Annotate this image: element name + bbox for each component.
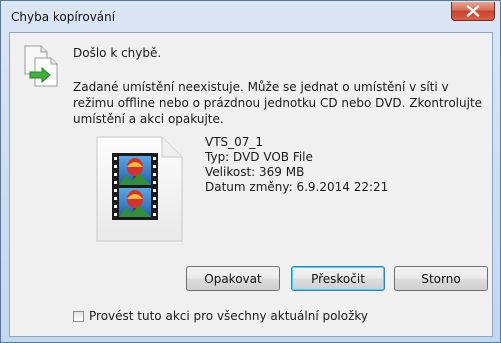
file-size: Velikost: 369 MB	[205, 165, 305, 179]
error-message: Zadané umístění neexistuje. Může se jedn…	[73, 80, 483, 126]
retry-button[interactable]: Opakovat	[186, 266, 280, 291]
error-dialog-window: Chyba kopírování Došlo k chybě. Zadané u…	[0, 0, 501, 343]
window-title: Chyba kopírování	[11, 10, 116, 24]
video-file-icon	[96, 136, 183, 242]
apply-to-all-checkbox[interactable]	[73, 310, 84, 322]
cancel-button[interactable]: Storno	[394, 266, 488, 291]
apply-to-all-label[interactable]: Provést tuto akci pro všechny aktuální p…	[89, 309, 368, 323]
file-details: VTS_07_1 Typ: DVD VOB File Velikost: 369…	[205, 135, 388, 195]
skip-button[interactable]: Přeskočit	[291, 266, 385, 291]
apply-to-all-row[interactable]: Provést tuto akci pro všechny aktuální p…	[73, 309, 368, 323]
close-button[interactable]	[451, 2, 495, 21]
copy-file-icon	[24, 45, 58, 87]
dialog-panel: Došlo k chybě. Zadané umístění neexistuj…	[9, 32, 493, 337]
close-icon	[466, 5, 480, 17]
file-name: VTS_07_1	[205, 135, 264, 149]
title-bar[interactable]: Chyba kopírování	[1, 1, 500, 31]
file-type: Typ: DVD VOB File	[205, 150, 313, 164]
file-modified: Datum změny: 6.9.2014 22:21	[205, 180, 389, 194]
error-heading: Došlo k chybě.	[73, 46, 162, 60]
